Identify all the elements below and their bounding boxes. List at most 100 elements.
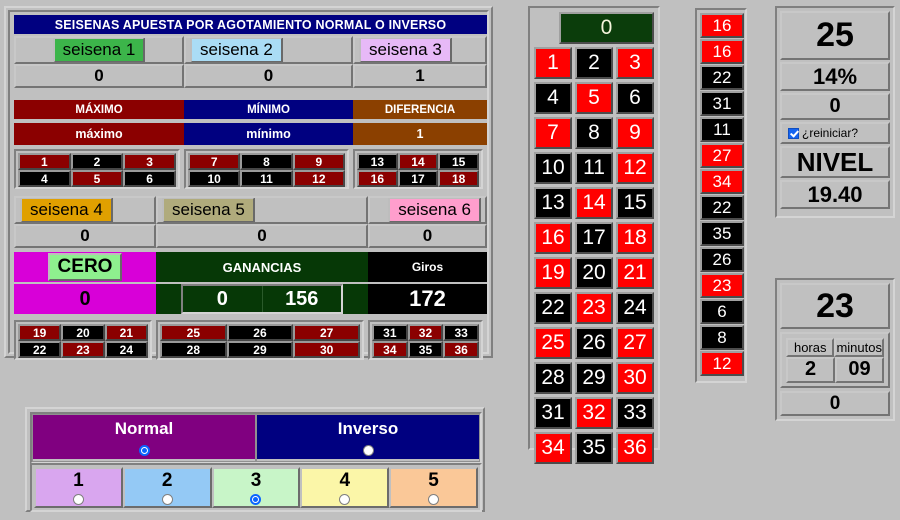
board-cell-36[interactable]: 36 [616,432,654,464]
number-cell[interactable]: 18 [438,170,479,187]
radio-inverso-icon[interactable] [362,445,374,456]
board-cell-35[interactable]: 35 [575,432,613,464]
radio-normal-icon[interactable] [138,445,150,456]
number-cell[interactable]: 29 [226,341,294,358]
number-cell[interactable]: 5 [70,170,124,187]
level-option-4[interactable]: 4 [300,467,390,508]
number-cell[interactable]: 21 [104,324,148,341]
radio-level-4-icon[interactable] [339,493,351,505]
mode-radio-row[interactable] [257,442,479,459]
board-cell-14[interactable]: 14 [575,187,613,219]
board-cell-26[interactable]: 26 [575,327,613,359]
number-cell[interactable]: 17 [397,170,439,187]
number-cell[interactable]: 30 [293,341,360,358]
board-cell-4[interactable]: 4 [534,82,572,114]
board-cell-34[interactable]: 34 [534,432,572,464]
number-cell[interactable]: 26 [226,324,294,341]
board-cell-13[interactable]: 13 [534,187,572,219]
radio-level-2-icon[interactable] [161,493,173,505]
seisena-label-tag-3[interactable]: seisena 3 [359,38,452,62]
level-option-1[interactable]: 1 [34,467,123,508]
board-cell-19[interactable]: 19 [534,257,572,289]
board-cell-16[interactable]: 16 [534,222,572,254]
number-cell[interactable]: 9 [292,153,345,170]
level-radio-row[interactable] [391,493,476,506]
number-cell[interactable]: 23 [61,341,105,358]
board-cell-31[interactable]: 31 [534,397,572,429]
board-cell-22[interactable]: 22 [534,292,572,324]
level-option-2[interactable]: 2 [122,467,212,508]
board-cell-5[interactable]: 5 [575,82,613,114]
radio-level-1-icon[interactable] [72,493,84,505]
board-cell-33[interactable]: 33 [616,397,654,429]
reset-checkbox[interactable] [788,127,799,139]
board-cell-23[interactable]: 23 [575,292,613,324]
board-cell-28[interactable]: 28 [534,362,572,394]
board-cell-2[interactable]: 2 [575,47,613,79]
board-cell-20[interactable]: 20 [575,257,613,289]
number-cell[interactable]: 4 [18,170,71,187]
number-cell[interactable]: 32 [407,324,444,341]
level-option-3[interactable]: 3 [211,467,301,508]
board-cell-12[interactable]: 12 [616,152,654,184]
board-cell-25[interactable]: 25 [534,327,572,359]
board-cell-18[interactable]: 18 [616,222,654,254]
board-cell-27[interactable]: 27 [616,327,654,359]
board-cell-9[interactable]: 9 [616,117,654,149]
board-cell-1[interactable]: 1 [534,47,572,79]
number-cell[interactable]: 6 [123,170,176,187]
seisena-label-tag-4[interactable]: seisena 4 [20,198,113,222]
board-cell-3[interactable]: 3 [616,47,654,79]
number-cell[interactable]: 27 [293,324,360,341]
board-cell-17[interactable]: 17 [575,222,613,254]
level-radio-row[interactable] [125,493,210,506]
radio-level-5-icon[interactable] [428,493,440,505]
number-cell[interactable]: 15 [438,153,479,170]
number-cell[interactable]: 36 [443,341,479,358]
number-cell[interactable]: 20 [61,324,105,341]
number-cell[interactable]: 12 [292,170,345,187]
board-cell-24[interactable]: 24 [616,292,654,324]
radio-level-3-icon[interactable] [250,493,262,505]
number-cell[interactable]: 34 [372,341,408,358]
number-cell[interactable]: 10 [188,170,241,187]
number-cell[interactable]: 33 [443,324,479,341]
number-cell[interactable]: 24 [104,341,148,358]
board-cell-32[interactable]: 32 [575,397,613,429]
cero-label-tag[interactable]: CERO [47,253,123,281]
level-radio-row[interactable] [36,493,121,506]
board-cell-11[interactable]: 11 [575,152,613,184]
number-cell[interactable]: 25 [160,324,227,341]
number-cell[interactable]: 8 [240,153,293,170]
number-cell[interactable]: 28 [160,341,227,358]
number-cell[interactable]: 1 [18,153,71,170]
board-cell-29[interactable]: 29 [575,362,613,394]
board-cell-21[interactable]: 21 [616,257,654,289]
mode-option-normal[interactable]: Normal [32,414,256,462]
number-cell[interactable]: 2 [70,153,124,170]
number-cell[interactable]: 7 [188,153,241,170]
number-cell[interactable]: 19 [18,324,62,341]
number-cell[interactable]: 16 [357,170,398,187]
mode-radio-row[interactable] [33,442,255,459]
number-cell[interactable]: 3 [123,153,176,170]
number-cell[interactable]: 31 [372,324,408,341]
number-cell[interactable]: 14 [397,153,439,170]
number-cell[interactable]: 13 [357,153,398,170]
board-cell-10[interactable]: 10 [534,152,572,184]
board-cell-15[interactable]: 15 [616,187,654,219]
board-cell-7[interactable]: 7 [534,117,572,149]
number-cell[interactable]: 35 [407,341,444,358]
level-option-5[interactable]: 5 [389,467,478,508]
board-cell-0[interactable]: 0 [559,12,654,44]
mode-option-inverso[interactable]: Inverso [256,414,480,462]
board-cell-8[interactable]: 8 [575,117,613,149]
number-cell[interactable]: 11 [240,170,293,187]
board-cell-30[interactable]: 30 [616,362,654,394]
number-cell[interactable]: 22 [18,341,62,358]
board-cell-6[interactable]: 6 [616,82,654,114]
seisena-label-tag-6[interactable]: seisena 6 [388,198,481,222]
seisena-label-tag-1[interactable]: seisena 1 [52,38,146,62]
level-radio-row[interactable] [302,493,387,506]
reset-checkbox-row[interactable]: ¿reiniciar? [780,122,890,144]
